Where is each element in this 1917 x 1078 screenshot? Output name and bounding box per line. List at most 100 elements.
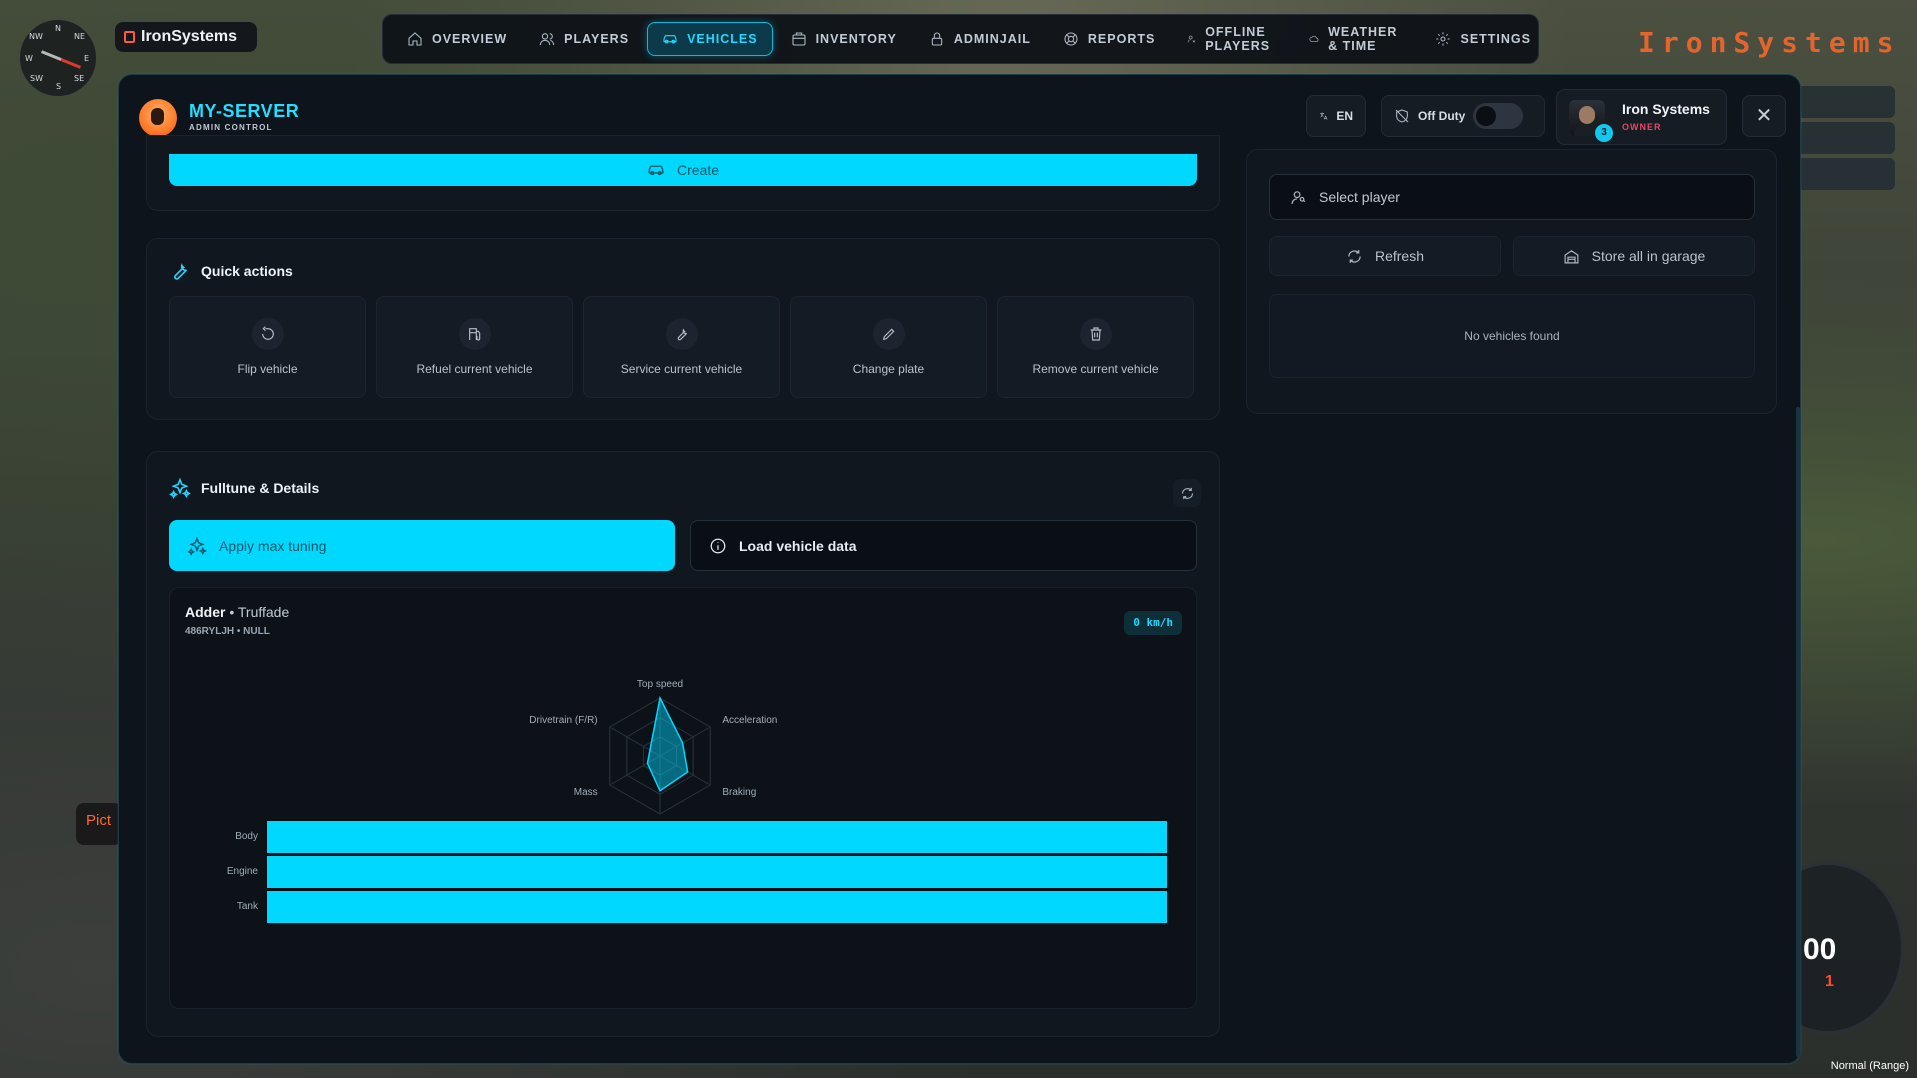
bar-track: [267, 856, 1167, 888]
vehicle-name: Adder • Truffade: [185, 604, 289, 620]
sparkles-icon: [169, 477, 191, 499]
scrollbar[interactable]: [1796, 407, 1800, 1057]
tab-adminjail[interactable]: ADMINJAIL: [915, 22, 1045, 56]
compass-se: SE: [74, 74, 85, 83]
bar-row: Engine: [210, 856, 1167, 888]
close-button[interactable]: ✕: [1742, 95, 1786, 137]
watermark: IronSystems: [1638, 26, 1901, 59]
tab-weather-time[interactable]: WEATHER & TIME: [1295, 22, 1417, 56]
flip-vehicle-button[interactable]: Flip vehicle: [169, 296, 366, 398]
refresh-button[interactable]: Refresh: [1269, 236, 1501, 276]
tab-vehicles[interactable]: VEHICLES: [647, 22, 773, 56]
compass-e: E: [84, 54, 90, 63]
language-label: EN: [1336, 109, 1353, 123]
store-all-button[interactable]: Store all in garage: [1513, 236, 1755, 276]
refresh-icon: [1348, 249, 1361, 263]
tab-label: PLAYERS: [564, 32, 630, 46]
service-vehicle-button[interactable]: Service current vehicle: [583, 296, 780, 398]
apply-max-tuning-button[interactable]: Apply max tuning: [169, 520, 675, 571]
users-icon: [539, 33, 555, 46]
refuel-vehicle-button[interactable]: Refuel current vehicle: [376, 296, 573, 398]
qa-label: Change plate: [852, 362, 925, 376]
vehicle-brand: Truffade: [237, 604, 290, 620]
speed-readout: 00: [1803, 933, 1837, 966]
reload-button[interactable]: [1173, 479, 1201, 507]
compass: N NE E SE S SW W NW: [20, 20, 96, 96]
cloud-icon: [1309, 35, 1319, 42]
duty-toggle-box: Off Duty: [1381, 95, 1545, 137]
tab-overview[interactable]: OVERVIEW: [393, 22, 521, 56]
pencil-icon: [882, 328, 894, 341]
load-label: Load vehicle data: [739, 537, 857, 554]
tab-label: OVERVIEW: [432, 32, 508, 46]
load-vehicle-data-button[interactable]: Load vehicle data: [690, 520, 1197, 571]
bar-row: Body: [210, 821, 1167, 853]
rotate-icon: [261, 326, 274, 340]
tab-label: SETTINGS: [1460, 32, 1531, 46]
tab-reports[interactable]: REPORTS: [1049, 22, 1169, 56]
language-button[interactable]: EN: [1306, 95, 1366, 137]
remove-vehicle-button[interactable]: Remove current vehicle: [997, 296, 1194, 398]
select-player-field[interactable]: Select player: [1269, 174, 1755, 220]
side-tag: [1795, 86, 1895, 118]
trash-icon: [1090, 327, 1101, 341]
bar-track: [267, 891, 1167, 923]
change-plate-button[interactable]: Change plate: [790, 296, 987, 398]
tab-inventory[interactable]: INVENTORY: [777, 22, 911, 56]
user-box[interactable]: 3 Iron Systems OWNER: [1556, 89, 1727, 145]
server-name: MY-SERVER: [189, 101, 300, 121]
create-label: Create: [676, 162, 720, 178]
radar-axis-label: Mass: [574, 787, 598, 798]
compass-needle: [40, 50, 82, 69]
admin-panel: MY-SERVER ADMIN CONTROL EN Off Duty 3 Ir…: [118, 74, 1801, 1064]
qa-label: Remove current vehicle: [1032, 362, 1159, 376]
create-button[interactable]: Create: [169, 154, 1197, 186]
gear-indicator: 1: [1825, 973, 1834, 990]
user-name: Iron Systems: [1622, 101, 1710, 117]
refresh-label: Refresh: [1374, 248, 1425, 264]
bar-fill: [267, 821, 1167, 853]
vehicle-plate: 486RYLJH • NULL: [185, 626, 270, 637]
compass-s: S: [56, 82, 62, 91]
section-title-text: Fulltune & Details: [201, 480, 320, 496]
compass-sw: SW: [30, 74, 43, 83]
tab-offline-players[interactable]: OFFLINE PLAYERS: [1173, 22, 1291, 56]
brand-pill: IronSystems: [115, 22, 257, 52]
bar-track: [267, 821, 1167, 853]
qa-label: Refuel current vehicle: [416, 362, 533, 376]
server-logo: [139, 99, 177, 137]
tab-label: INVENTORY: [815, 32, 897, 46]
user-off-icon: [1188, 35, 1196, 43]
user-search-icon: [1291, 190, 1306, 204]
tab-players[interactable]: PLAYERS: [525, 22, 643, 56]
wrench-icon: [677, 328, 687, 341]
side-tag: [1795, 158, 1895, 190]
mode-text: Normal (Range): [1830, 1060, 1909, 1072]
icon-wrap: [251, 318, 284, 350]
apply-label: Apply max tuning: [219, 537, 327, 554]
tab-label: REPORTS: [1087, 32, 1156, 46]
side-tag: [1795, 122, 1895, 154]
radar-axis-label: Top speed: [637, 679, 683, 690]
info-icon: [710, 538, 726, 553]
lifebuoy-icon: [1064, 32, 1078, 46]
brand-name: IronSystems: [141, 28, 238, 45]
duty-toggle[interactable]: [1473, 103, 1524, 129]
bar-fill: [267, 891, 1167, 923]
tab-label: OFFLINE PLAYERS: [1205, 25, 1271, 53]
fuel-icon: [468, 328, 480, 341]
top-nav: OVERVIEW PLAYERS VEHICLES INVENTORY ADMI…: [382, 14, 1539, 64]
shield-off-icon: [1395, 109, 1409, 123]
tab-settings[interactable]: SETTINGS: [1421, 22, 1545, 56]
picture-tag: Pict: [76, 803, 122, 845]
bar-label: Tank: [236, 901, 258, 912]
quick-actions-title: Quick actions: [169, 260, 293, 282]
icon-wrap: [458, 318, 491, 350]
gear-icon: [1436, 32, 1451, 46]
store-label: Store all in garage: [1591, 248, 1706, 264]
duty-label: Off Duty: [1418, 109, 1466, 123]
vehicle-model: Adder: [185, 604, 226, 620]
tab-label: VEHICLES: [687, 32, 758, 46]
car-icon: [663, 35, 677, 44]
user-role: OWNER: [1622, 122, 1662, 132]
